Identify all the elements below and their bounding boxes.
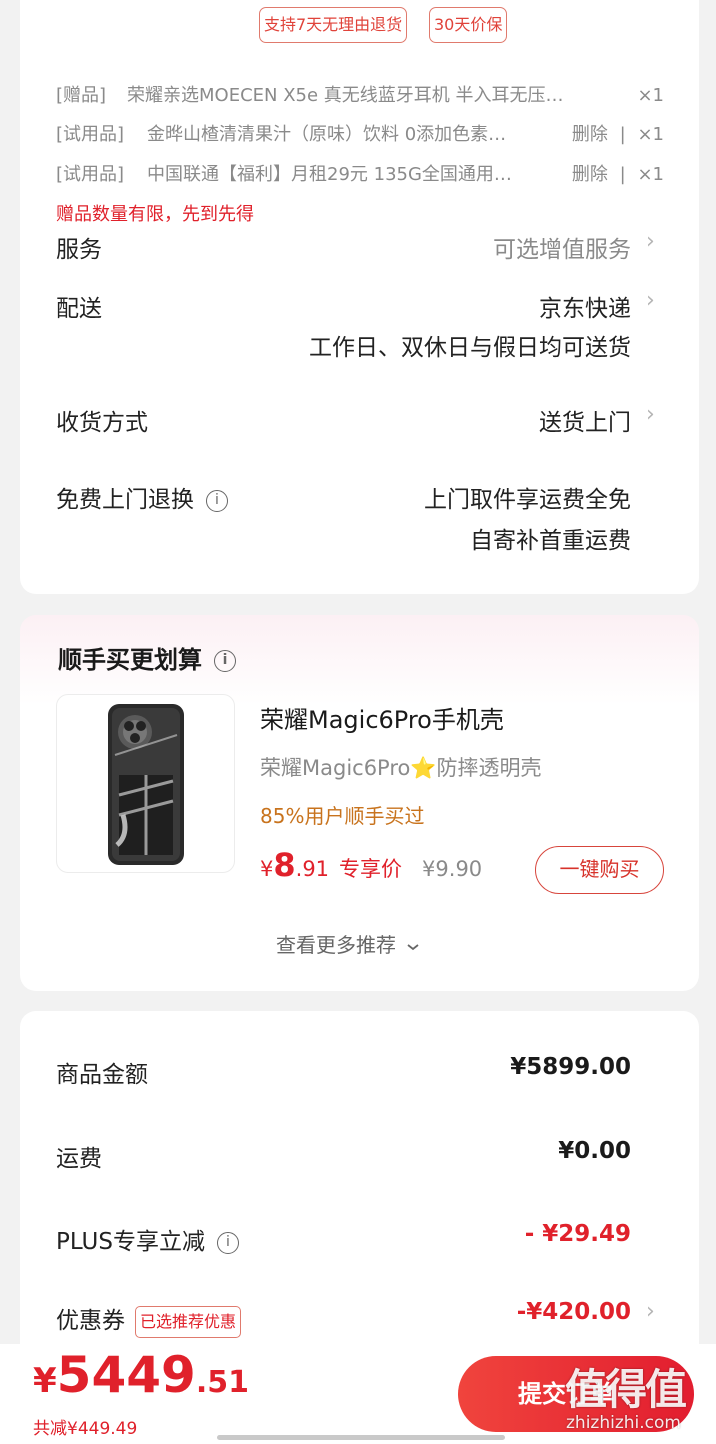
trial-category: [试用品] [56, 164, 125, 185]
delete-link[interactable]: 删除 [572, 124, 608, 145]
phone-case-image [108, 704, 184, 865]
coupon-badge: 已选推荐优惠 [135, 1305, 242, 1338]
chevron-right-icon[interactable]: › [646, 1299, 658, 1324]
shipping-label: 运费 [56, 1146, 102, 1172]
service-label: 服务 [56, 237, 102, 263]
info-icon[interactable]: i [206, 489, 228, 512]
total-integer: 5449 [56, 1346, 196, 1404]
plus-discount-value: - ¥29.49 [524, 1221, 631, 1247]
service-value[interactable]: 可选增值服务 [493, 230, 631, 264]
price-currency: ¥ [260, 857, 274, 881]
product-title[interactable]: 荣耀Magic6Pro手机壳 [260, 700, 504, 735]
goods-amount-value: ¥5899.00 [510, 1054, 631, 1080]
receive-label: 收货方式 [56, 410, 148, 436]
watermark-logo: 值得值 [565, 1365, 687, 1414]
trial-actions: 删除 | ×1 [572, 120, 664, 150]
price-tag: 专享价 [339, 857, 403, 881]
trial-qty: ×1 [637, 164, 664, 185]
free-return-line1: 上门取件享运费全免 [424, 487, 631, 513]
recommend-title: 顺手买更划算 i [58, 640, 236, 675]
coupon-text: 优惠券 [56, 1308, 125, 1334]
free-return-label: 免费上门退换 i [56, 480, 228, 514]
product-thumbnail[interactable] [56, 694, 235, 873]
total-saved: 共减¥449.49 [33, 1419, 138, 1439]
delivery-value[interactable]: 京东快递 [539, 289, 631, 323]
trial-name[interactable]: 金晔山楂清清果汁（原味）饮料 0添加色素… [147, 120, 557, 150]
gift-qty: ×1 [637, 85, 664, 106]
shipping-value: ¥0.00 [558, 1138, 631, 1164]
chevron-right-icon[interactable]: › [646, 402, 658, 427]
gift-name[interactable]: 荣耀亲选MOECEN X5e 真无线蓝牙耳机 半入耳无压… [127, 81, 612, 111]
original-price: ¥9.90 [422, 857, 483, 881]
delivery-label: 配送 [56, 296, 102, 322]
recommend-title-text: 顺手买更划算 [58, 646, 202, 674]
view-more-text: 查看更多推荐 [276, 933, 396, 957]
chevron-down-icon [407, 943, 419, 950]
gift-category: [赠品] [56, 85, 107, 106]
coupon-label: 优惠券 已选推荐优惠 [56, 1301, 242, 1338]
info-icon[interactable]: i [216, 1231, 239, 1254]
product-price: ¥8.91 专享价 ¥9.90 [260, 846, 482, 886]
gift-item: [赠品] 荣耀亲选MOECEN X5e 真无线蓝牙耳机 半入耳无压… ×1 [56, 81, 664, 111]
gift-limit-note: 赠品数量有限，先到先得 [56, 204, 254, 225]
trial-qty: ×1 [637, 124, 664, 145]
free-return-line2: 自寄补首重运费 [470, 528, 631, 554]
divider: | [619, 124, 626, 145]
total-currency: ¥ [33, 1361, 57, 1401]
free-return-text: 免费上门退换 [56, 487, 194, 513]
total-price: ¥5449.51 [33, 1346, 249, 1404]
home-indicator [217, 1435, 505, 1440]
trial-category: [试用品] [56, 124, 125, 145]
coupon-value[interactable]: -¥420.00 [517, 1299, 631, 1325]
product-subtitle: 荣耀Magic6Pro⭐防摔透明壳 [260, 756, 542, 780]
trial-item: [试用品] 金晔山楂清清果汁（原味）饮料 0添加色素… 删除 | ×1 [56, 120, 664, 150]
price-decimal: .91 [295, 857, 330, 881]
total-decimal: .51 [195, 1365, 249, 1400]
view-more-link[interactable]: 查看更多推荐 [276, 929, 420, 958]
purchase-hint: 85%用户顺手买过 [260, 804, 425, 828]
info-icon[interactable]: i [214, 650, 236, 672]
plus-discount-text: PLUS专享立减 [56, 1229, 205, 1255]
chevron-right-icon[interactable]: › [646, 288, 658, 313]
plus-discount-label: PLUS专享立减 i [56, 1222, 239, 1256]
one-click-buy-button[interactable]: 一键购买 [535, 846, 664, 894]
price-integer: 8 [273, 846, 296, 884]
trial-name[interactable]: 中国联通【福利】月租29元 135G全国通用… [147, 160, 557, 190]
return-policy-tag: 支持7天无理由退货 [259, 7, 408, 43]
trial-actions: 删除 | ×1 [572, 160, 664, 190]
delivery-note: 工作日、双休日与假日均可送货 [309, 335, 631, 361]
delete-link[interactable]: 删除 [572, 164, 608, 185]
watermark-url: zhizhizhi.com [566, 1413, 681, 1433]
trial-item: [试用品] 中国联通【福利】月租29元 135G全国通用… 删除 | ×1 [56, 160, 664, 190]
goods-amount-label: 商品金额 [56, 1062, 148, 1088]
price-protect-tag: 30天价保 [429, 7, 508, 43]
receive-value[interactable]: 送货上门 [539, 403, 631, 437]
chevron-right-icon[interactable]: › [646, 229, 658, 254]
divider: | [619, 164, 626, 185]
